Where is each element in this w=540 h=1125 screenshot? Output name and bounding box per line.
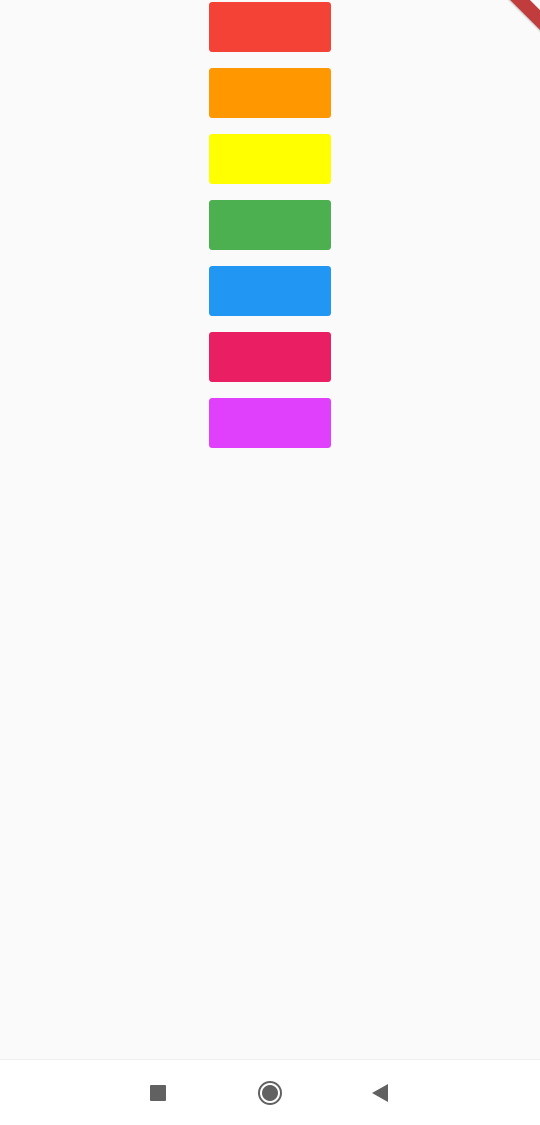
color-tile-orange[interactable] (209, 68, 331, 118)
app-content-area (0, 0, 540, 1059)
color-tile-green[interactable] (209, 200, 331, 250)
back-button[interactable] (350, 1060, 410, 1125)
recents-button[interactable] (128, 1060, 188, 1125)
back-triangle-icon (372, 1083, 388, 1102)
debug-banner (476, 0, 540, 54)
color-tile-blue[interactable] (209, 266, 331, 316)
color-tile-yellow[interactable] (209, 134, 331, 184)
color-tile-pink[interactable] (209, 332, 331, 382)
color-tile-magenta[interactable] (209, 398, 331, 448)
debug-banner-ribbon (481, 0, 540, 49)
recents-square-icon (150, 1084, 166, 1101)
home-button[interactable] (240, 1060, 300, 1125)
system-navigation-bar (0, 1059, 540, 1125)
home-circle-icon (258, 1080, 282, 1105)
color-tile-red[interactable] (209, 2, 331, 52)
